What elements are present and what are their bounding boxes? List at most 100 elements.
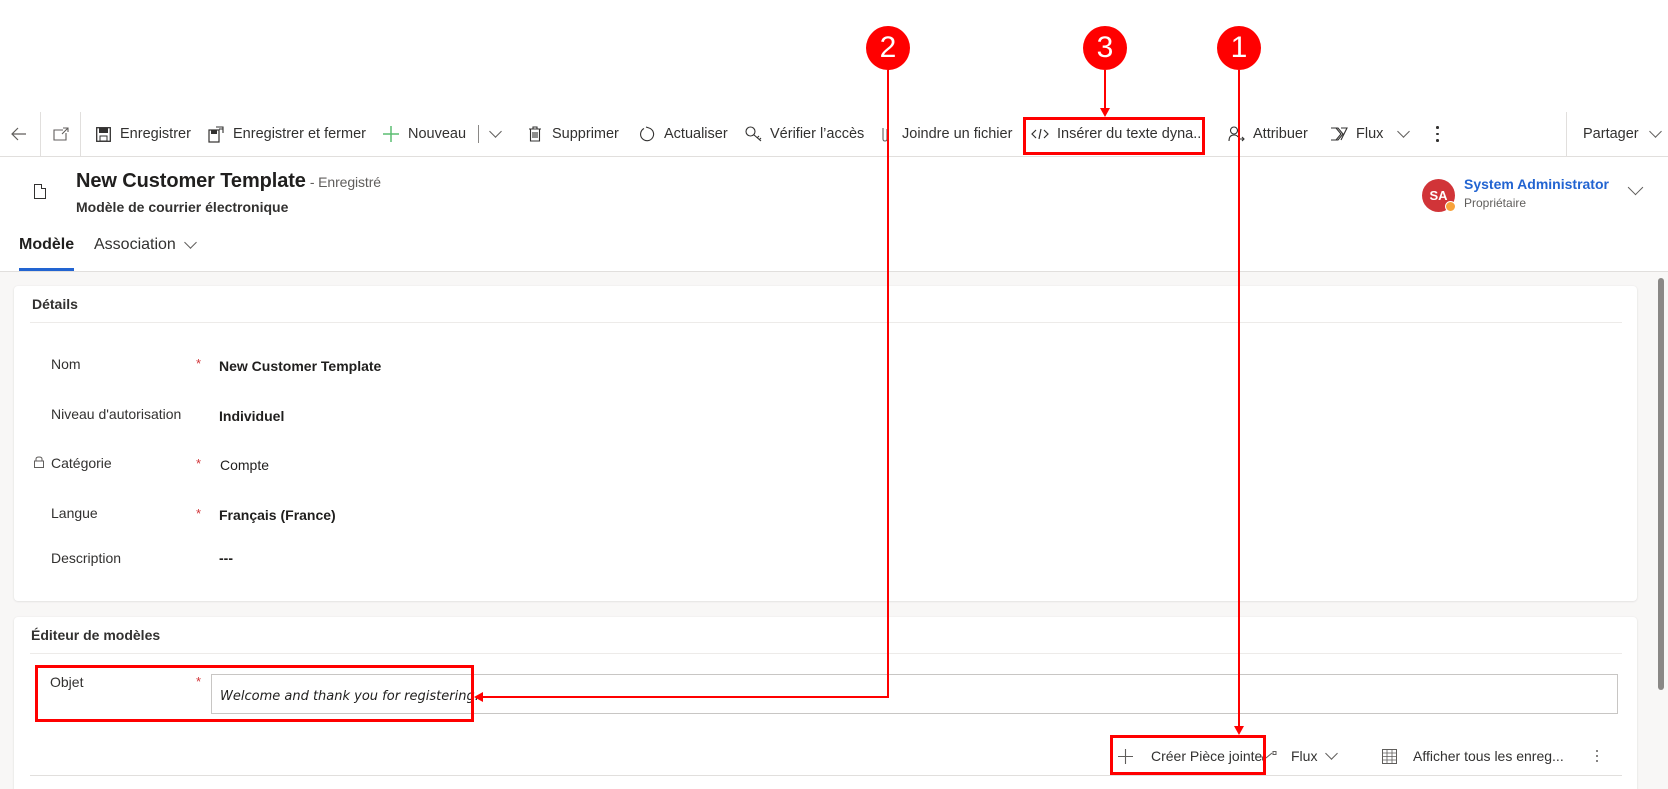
title-text: New Customer Template: [76, 170, 306, 192]
check-access-button[interactable]: Vérifier l’accès: [744, 112, 864, 156]
field-value-nom[interactable]: New Customer Template: [219, 358, 381, 374]
flow-button[interactable]: Flux: [1330, 112, 1411, 156]
arrow-left-icon: [10, 125, 28, 143]
section-divider: [30, 322, 1622, 323]
avatar-initials: SA: [1429, 188, 1448, 203]
open-in-new-window-button[interactable]: [52, 112, 78, 156]
field-label-categorie: Catégorie: [51, 455, 112, 471]
field-value-description[interactable]: ---: [219, 550, 233, 566]
annotation-arrow-1: [1234, 726, 1244, 735]
save-icon: [94, 125, 112, 143]
chevron-down-icon: [1648, 125, 1662, 138]
check-access-label: Vérifier l’accès: [770, 126, 865, 142]
field-label-niveau-autorisation: Niveau d'autorisation: [51, 406, 182, 422]
grid-view-icon: [1382, 748, 1397, 764]
annotation-line-3: [1104, 70, 1106, 108]
view-all-records-button[interactable]: Afficher tous les enreg...: [1382, 742, 1564, 770]
subgrid-more-button[interactable]: [1596, 742, 1598, 770]
back-button[interactable]: [10, 112, 36, 156]
record-title: New Customer Template - Enregistré: [76, 170, 381, 193]
more-vertical-icon: [1436, 126, 1439, 142]
flow-label: Flux: [1356, 126, 1384, 142]
entity-name: Modèle de courrier électronique: [76, 199, 289, 215]
tab-label: Association: [94, 236, 176, 253]
chevron-down-icon: [1397, 125, 1411, 138]
plus-icon: [382, 125, 400, 143]
owner-name-link[interactable]: System Administrator: [1464, 176, 1609, 192]
annotation-arrow-2: [474, 692, 483, 702]
presence-indicator: [1445, 201, 1456, 212]
new-button[interactable]: Nouveau: [382, 112, 502, 156]
subgrid-divider: [30, 775, 1622, 776]
field-value-langue[interactable]: Français (France): [219, 507, 336, 523]
delete-button[interactable]: Supprimer: [526, 112, 619, 156]
flow-icon: [1330, 125, 1348, 143]
trash-icon: [526, 125, 544, 143]
required-indicator: *: [196, 506, 202, 521]
annotation-number: 3: [1096, 31, 1114, 64]
chevron-down-icon: [1325, 747, 1339, 760]
lock-icon: [34, 456, 44, 468]
refresh-label: Actualiser: [664, 126, 728, 142]
split-divider: [478, 125, 480, 143]
annotation-number: 2: [879, 31, 897, 64]
share-button[interactable]: Partager: [1583, 112, 1662, 156]
delete-label: Supprimer: [552, 126, 619, 142]
refresh-icon: [638, 125, 656, 143]
save-button[interactable]: Enregistrer: [94, 112, 191, 156]
details-section-title: Détails: [32, 296, 78, 312]
annotation-box-1: [1110, 735, 1266, 775]
subgrid-flow-button[interactable]: Flux: [1262, 742, 1339, 770]
save-label: Enregistrer: [120, 126, 191, 142]
save-and-close-icon: [207, 125, 225, 143]
more-commands-button[interactable]: [1436, 112, 1439, 156]
annotation-box-3: [1023, 117, 1205, 155]
save-and-close-label: Enregistrer et fermer: [233, 126, 366, 142]
field-value-niveau-autorisation[interactable]: Individuel: [219, 408, 284, 424]
assign-person-icon: [1227, 125, 1245, 143]
annotation-line-2-horizontal: [483, 696, 889, 698]
tab-modele[interactable]: Modèle: [19, 236, 74, 254]
required-indicator: *: [196, 356, 202, 371]
view-all-records-label: Afficher tous les enreg...: [1413, 748, 1564, 764]
details-section: [14, 286, 1637, 601]
editor-section-title: Éditeur de modèles: [31, 627, 161, 643]
attach-file-button[interactable]: Joindre un fichier: [876, 112, 1012, 156]
chevron-down-icon: [183, 236, 197, 249]
tab-association[interactable]: Association: [94, 236, 197, 254]
annotation-line-1: [1238, 70, 1240, 726]
divider: [1566, 112, 1567, 156]
vertical-scrollbar[interactable]: [1658, 278, 1664, 690]
new-label: Nouveau: [408, 126, 467, 142]
annotation-marker-1: 1: [1217, 26, 1261, 70]
new-dropdown-chevron-icon[interactable]: [489, 125, 502, 138]
annotation-marker-3: 3: [1083, 26, 1127, 70]
field-label-langue: Langue: [51, 505, 98, 521]
annotation-box-2: [35, 665, 474, 722]
assign-label: Attribuer: [1253, 126, 1308, 142]
annotation-line-2: [887, 70, 889, 698]
owner-role: Propriétaire: [1464, 196, 1527, 210]
key-icon: [744, 125, 762, 143]
more-vertical-icon: [1596, 750, 1598, 762]
field-label-description: Description: [51, 550, 122, 566]
attach-file-label: Joindre un fichier: [902, 126, 1013, 142]
save-and-close-button[interactable]: Enregistrer et fermer: [207, 112, 366, 156]
subgrid-flow-label: Flux: [1291, 748, 1318, 764]
annotation-marker-2: 2: [866, 26, 910, 70]
section-divider: [30, 653, 1622, 654]
command-bar: Enregistrer Enregistrer et fermer Nouvea…: [0, 112, 1668, 157]
annotation-arrow-3: [1100, 108, 1110, 117]
paperclip-icon: [876, 125, 894, 143]
open-in-new-window-icon: [52, 125, 70, 143]
refresh-button[interactable]: Actualiser: [638, 112, 728, 156]
annotation-number: 1: [1230, 31, 1248, 64]
required-indicator: *: [196, 456, 202, 471]
header-expand-chevron-icon[interactable]: [1627, 179, 1644, 198]
field-label-nom: Nom: [51, 356, 81, 372]
save-status: - Enregistré: [309, 174, 381, 190]
divider: [80, 112, 81, 156]
divider: [40, 112, 41, 156]
share-label: Partager: [1583, 126, 1639, 142]
tab-label: Modèle: [19, 236, 75, 253]
